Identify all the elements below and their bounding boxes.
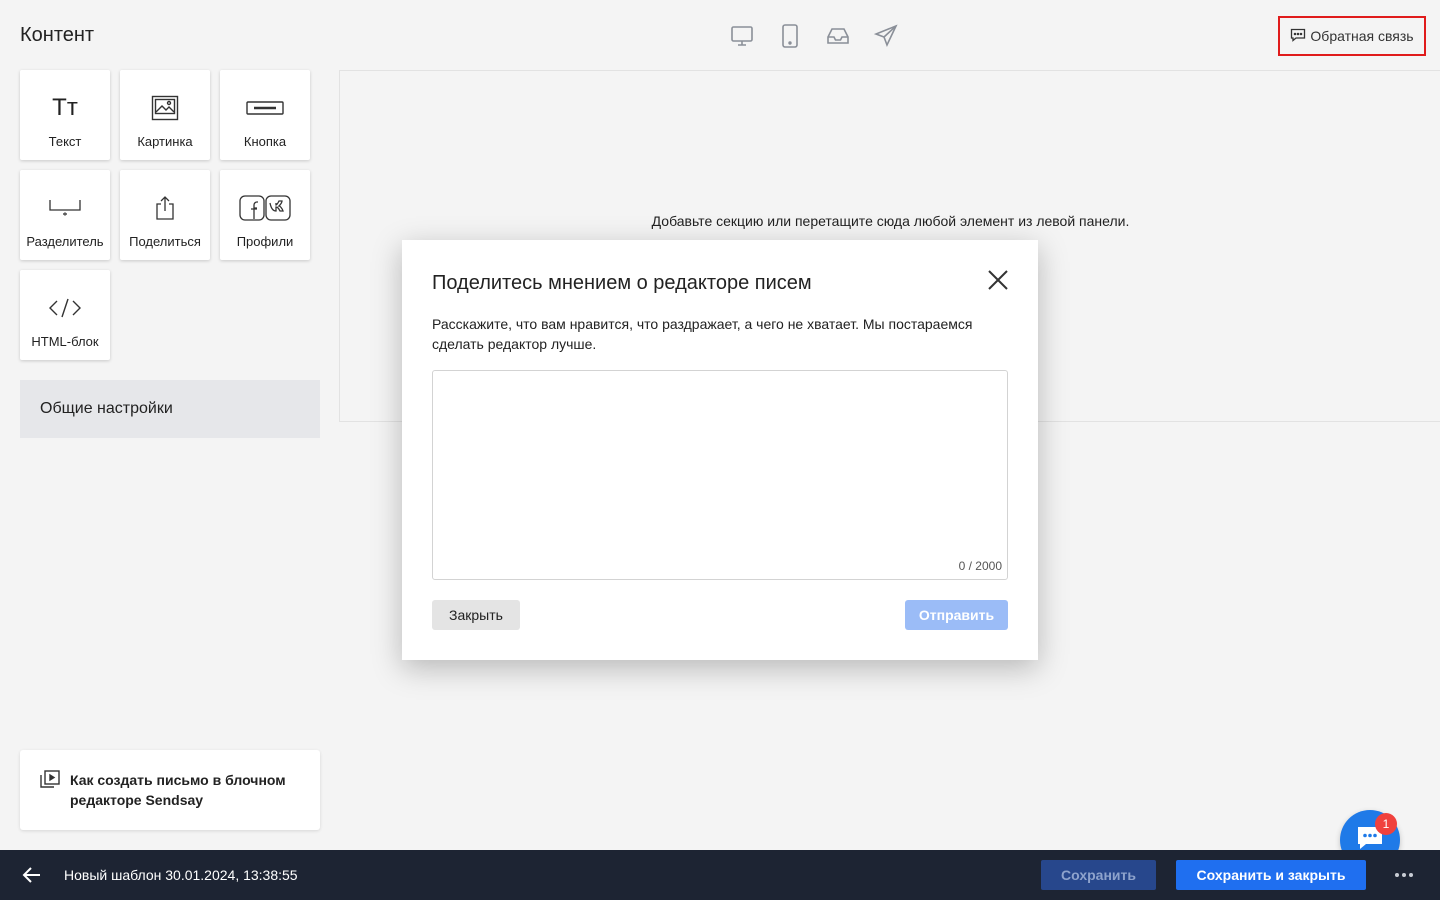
char-counter: 0 / 2000 [958, 559, 1002, 573]
chat-notification-badge: 1 [1375, 813, 1397, 835]
feedback-textarea[interactable] [432, 370, 1008, 580]
page-title: Контент [20, 24, 95, 46]
block-label: Текст [48, 134, 82, 149]
block-divider[interactable]: Разделитель [20, 170, 110, 260]
send-icon[interactable] [872, 22, 900, 50]
template-name: Новый шаблон 30.01.2024, 13:38:55 [64, 867, 298, 883]
block-image[interactable]: Картинка [120, 70, 210, 160]
feedback-label: Обратная связь [1310, 28, 1414, 44]
bottom-bar: Новый шаблон 30.01.2024, 13:38:55 Сохран… [0, 850, 1440, 900]
block-html[interactable]: HTML-блок [20, 270, 110, 360]
block-label: Картинка [137, 134, 193, 149]
divider-icon [49, 188, 81, 228]
block-label: Профили [236, 234, 294, 249]
block-label: HTML-блок [31, 334, 99, 349]
block-share[interactable]: Поделиться [120, 170, 210, 260]
code-icon [48, 288, 82, 328]
feedback-icon [1290, 28, 1306, 45]
close-icon[interactable] [986, 268, 1010, 292]
image-icon [151, 88, 179, 128]
save-button[interactable]: Сохранить [1041, 860, 1156, 890]
modal-description: Расскажите, что вам нравится, что раздра… [432, 316, 973, 352]
close-button[interactable]: Закрыть [432, 600, 520, 630]
howto-video-link[interactable]: Как создать письмо в блочном редакторе S… [20, 750, 320, 830]
modal-title: Поделитесь мнением о редакторе писем [432, 272, 812, 294]
desktop-icon[interactable] [728, 22, 756, 50]
general-settings-button[interactable]: Общие настройки [20, 380, 320, 438]
video-icon [40, 770, 60, 810]
mobile-icon[interactable] [776, 22, 804, 50]
inbox-icon[interactable] [824, 22, 852, 50]
button-icon [246, 88, 284, 128]
device-preview-toolbar [728, 22, 900, 50]
feedback-button[interactable]: Обратная связь [1278, 16, 1426, 56]
share-icon [154, 188, 176, 228]
more-options-icon[interactable] [1392, 868, 1416, 882]
block-button[interactable]: Кнопка [220, 70, 310, 160]
feedback-modal: Поделитесь мнением о редакторе писем Рас… [402, 240, 1038, 660]
social-profiles-icon [239, 188, 291, 228]
block-text[interactable]: Тт Текст [20, 70, 110, 160]
content-blocks-grid: Тт Текст Картинка Кнопка Разделитель Под… [20, 70, 320, 360]
howto-text: Как создать письмо в блочном редакторе S… [70, 772, 286, 808]
send-button[interactable]: Отправить [905, 600, 1008, 630]
block-label: Кнопка [243, 134, 287, 149]
block-profiles[interactable]: Профили [220, 170, 310, 260]
canvas-empty-hint: Добавьте секцию или перетащите сюда любо… [651, 213, 1130, 229]
block-label: Разделитель [26, 234, 104, 249]
save-and-close-button[interactable]: Сохранить и закрыть [1176, 860, 1366, 890]
back-arrow-icon[interactable] [22, 865, 42, 885]
text-icon: Тт [52, 94, 78, 121]
top-header: Контент Обратная связь [0, 0, 1440, 70]
block-label: Поделиться [129, 234, 201, 249]
